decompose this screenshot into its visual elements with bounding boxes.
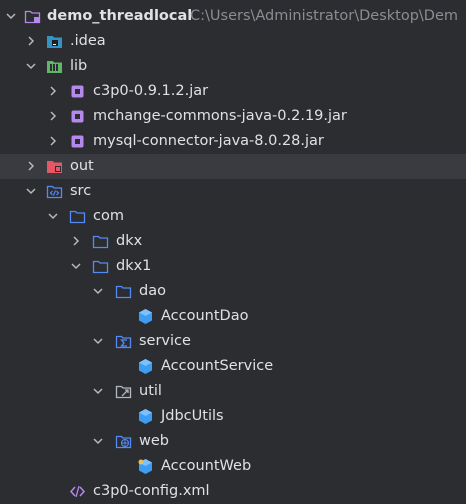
interface-class-icon (139, 409, 152, 424)
tree-row-dkx1[interactable]: dkx1 (0, 254, 466, 279)
module-folder-icon (24, 10, 41, 24)
source-folder-icon (46, 185, 63, 199)
tree-row-service[interactable]: service (0, 329, 466, 354)
tree-row-lib[interactable]: lib (0, 54, 466, 79)
chevron-down-icon[interactable] (48, 211, 58, 221)
chevron-down-icon[interactable] (26, 186, 36, 196)
jar-icon (71, 85, 84, 98)
interface-class-icon (139, 309, 152, 324)
project-path: C:\Users\Administrator\Desktop\Dem (190, 8, 459, 24)
chevron-down-icon[interactable] (93, 336, 103, 346)
package-folder-icon (115, 285, 132, 299)
library-folder-icon (47, 61, 62, 73)
tree-label-dkx1: dkx1 (116, 258, 152, 274)
tree-label-service: service (139, 333, 191, 349)
tree-row-dao[interactable]: dao (0, 279, 466, 304)
tree-row-jar-c3p0[interactable]: c3p0-0.9.1.2.jar (0, 79, 466, 104)
tree-label-out: out (70, 158, 94, 174)
tree-label-account-dao: AccountDao (161, 308, 249, 324)
chevron-down-icon[interactable] (93, 436, 103, 446)
tree-label-jar: mysql-connector-java-8.0.28.jar (93, 133, 324, 149)
tree-label-util: util (139, 383, 162, 399)
tree-row-idea[interactable]: .idea (0, 29, 466, 54)
tree-row-src[interactable]: src (0, 179, 466, 204)
tree-label-dkx: dkx (116, 233, 143, 249)
servlet-class-icon (138, 459, 152, 474)
tree-label-jar: c3p0-0.9.1.2.jar (93, 83, 209, 99)
chevron-down-icon[interactable] (93, 386, 103, 396)
tree-row-com[interactable]: com (0, 204, 466, 229)
chevron-right-icon[interactable] (48, 86, 58, 96)
tree-label-jdbc-utils: JdbcUtils (161, 408, 224, 424)
tree-label-web: web (139, 433, 169, 449)
chevron-right-icon[interactable] (48, 111, 58, 121)
tree-row-jar-mchange[interactable]: mchange-commons-java-0.2.19.jar (0, 104, 466, 129)
package-folder-icon (92, 235, 109, 249)
tree-row-config-xml[interactable]: c3p0-config.xml (0, 479, 466, 504)
tree-row-project-root[interactable]: demo_threadlocal C:\Users\Administrator\… (0, 4, 466, 29)
tree-row-dkx[interactable]: dkx (0, 229, 466, 254)
jar-icon (71, 135, 84, 148)
service-package-icon (115, 335, 132, 349)
tree-label-account-service: AccountService (161, 358, 274, 374)
chevron-down-icon[interactable] (26, 61, 36, 71)
tree-label-dao: dao (139, 283, 166, 299)
tree-row-out[interactable]: out (0, 154, 466, 179)
chevron-right-icon[interactable] (26, 36, 36, 46)
tree-row-jdbc-utils[interactable]: JdbcUtils (0, 404, 466, 429)
tree-label-lib: lib (70, 58, 88, 74)
tree-label-idea: .idea (70, 33, 106, 49)
xml-file-icon (69, 485, 86, 498)
project-tree: demo_threadlocal C:\Users\Administrator\… (0, 0, 466, 504)
interface-class-icon (139, 359, 152, 374)
tree-label-jar: mchange-commons-java-0.2.19.jar (93, 108, 347, 124)
chevron-down-icon[interactable] (93, 286, 103, 296)
web-package-icon (115, 435, 132, 449)
tree-row-account-dao[interactable]: AccountDao (0, 304, 466, 329)
chevron-right-icon[interactable] (71, 236, 81, 246)
tree-row-util[interactable]: util (0, 379, 466, 404)
chevron-right-icon[interactable] (26, 161, 36, 171)
tree-label-src: src (70, 183, 92, 199)
chevron-right-icon[interactable] (48, 136, 58, 146)
chevron-down-icon[interactable] (6, 11, 16, 21)
tree-row-account-web[interactable]: AccountWeb (0, 454, 466, 479)
tree-row-web[interactable]: web (0, 429, 466, 454)
tree-label-config-xml: c3p0-config.xml (93, 483, 210, 499)
package-folder-icon (92, 260, 109, 274)
project-name: demo_threadlocal (47, 8, 193, 24)
tree-label-account-web: AccountWeb (161, 458, 252, 474)
package-folder-icon (69, 210, 86, 224)
chevron-down-icon[interactable] (71, 261, 81, 271)
util-package-icon (115, 385, 132, 399)
idea-folder-icon (47, 36, 62, 48)
tree-row-account-service[interactable]: AccountService (0, 354, 466, 379)
tree-label-com: com (93, 208, 124, 224)
tree-row-jar-mysql[interactable]: mysql-connector-java-8.0.28.jar (0, 129, 466, 154)
excluded-folder-icon (47, 161, 62, 173)
jar-icon (71, 110, 84, 123)
